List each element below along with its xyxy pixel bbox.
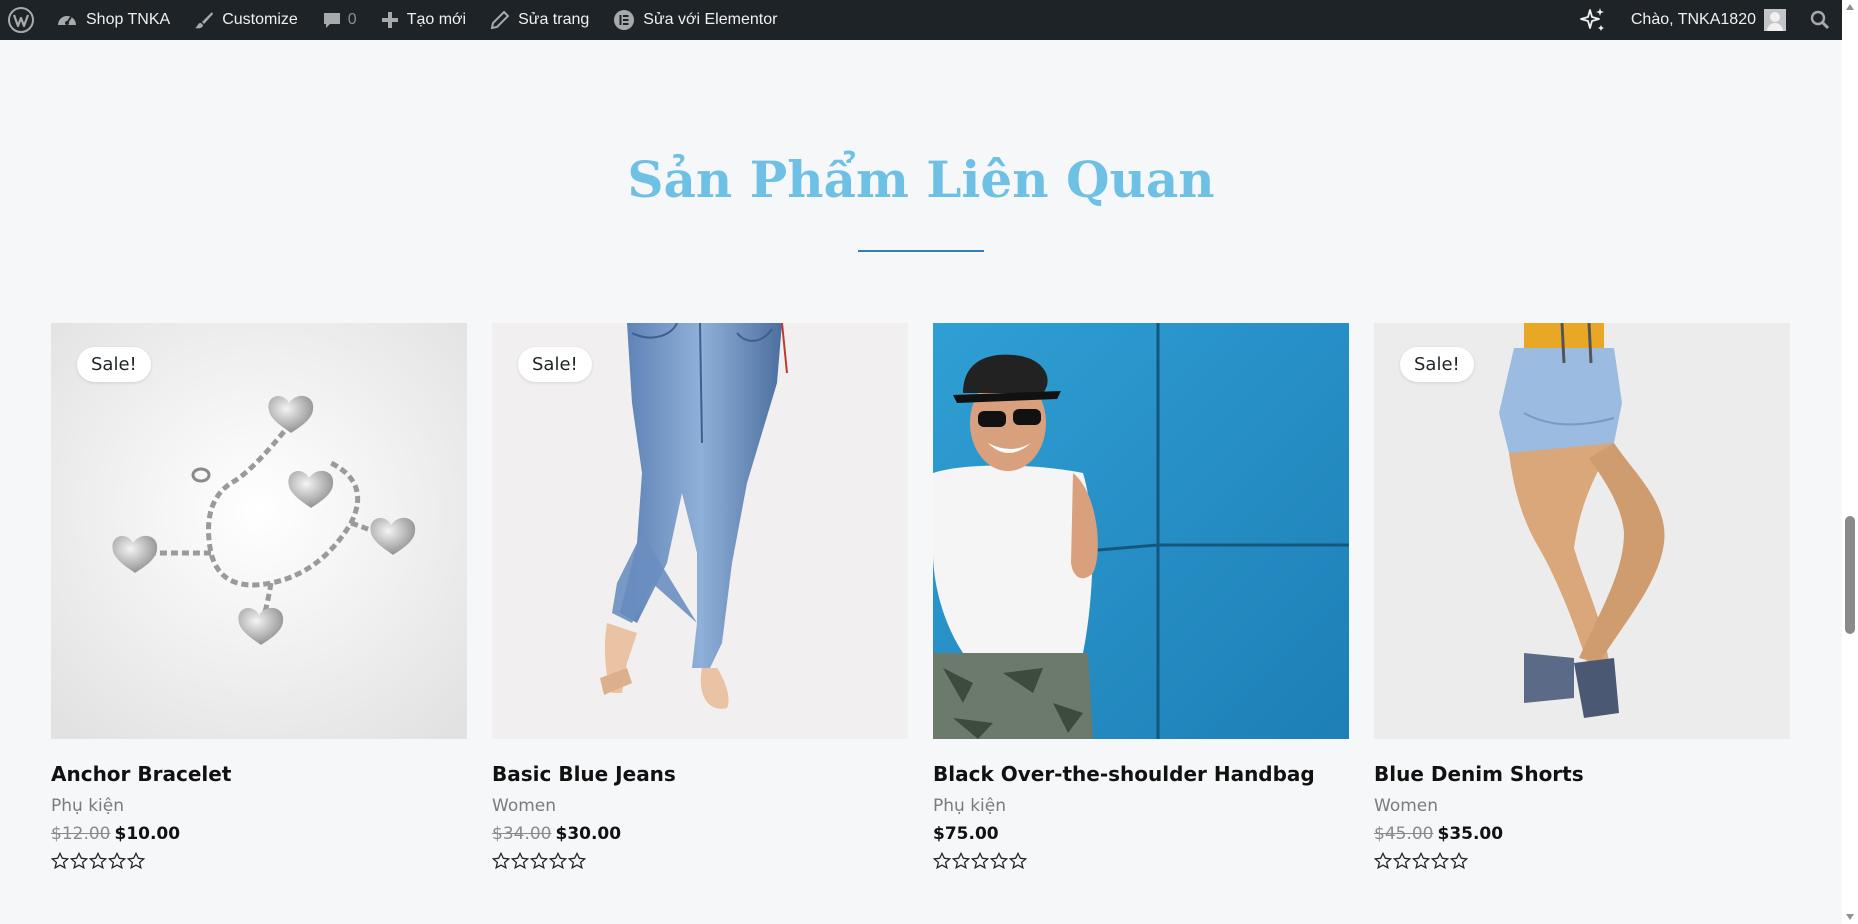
star-icon xyxy=(1009,852,1027,870)
star-icon xyxy=(108,852,126,870)
ai-assistant-button[interactable] xyxy=(1567,0,1619,40)
wordpress-menu[interactable] xyxy=(0,0,44,40)
comment-icon xyxy=(322,10,342,30)
product-price: $75.00 xyxy=(933,824,1349,844)
bracelet-image xyxy=(51,323,467,739)
product-image[interactable] xyxy=(933,323,1349,739)
star-rating xyxy=(933,852,1349,870)
product-image[interactable]: Sale! xyxy=(51,323,467,739)
customize-label: Customize xyxy=(222,11,298,28)
related-products-grid: Sale! Anchor Bracelet Phụ kiện $12.00 $10… xyxy=(51,323,1790,870)
star-icon xyxy=(1450,852,1468,870)
star-icon xyxy=(511,852,529,870)
product-title[interactable]: Anchor Bracelet xyxy=(51,762,467,786)
search-icon xyxy=(1810,10,1830,30)
star-icon xyxy=(127,852,145,870)
regular-price: $12.00 xyxy=(51,824,111,844)
star-icon xyxy=(530,852,548,870)
star-rating xyxy=(51,852,467,870)
product-title[interactable]: Blue Denim Shorts xyxy=(1374,762,1790,786)
product-image[interactable]: Sale! xyxy=(1374,323,1790,739)
avatar xyxy=(1764,9,1786,31)
edit-elementor-label: Sửa với Elementor xyxy=(643,11,778,28)
comments-link[interactable]: 0 xyxy=(310,0,369,40)
sale-badge: Sale! xyxy=(1400,347,1474,382)
sale-price: $35.00 xyxy=(1437,824,1504,844)
admin-bar: Shop TNKA Customize 0 Tạo mới Sửa trang … xyxy=(0,0,1842,40)
pencil-icon xyxy=(490,10,510,30)
new-content-link[interactable]: Tạo mới xyxy=(369,0,478,40)
star-icon xyxy=(1393,852,1411,870)
star-icon xyxy=(971,852,989,870)
product-title[interactable]: Basic Blue Jeans xyxy=(492,762,908,786)
product-category: Phụ kiện xyxy=(933,796,1007,816)
product-category: Women xyxy=(1374,796,1439,816)
star-icon xyxy=(933,852,951,870)
sale-badge: Sale! xyxy=(518,347,592,382)
star-icon xyxy=(1431,852,1449,870)
new-content-label: Tạo mới xyxy=(406,11,467,28)
jeans-image xyxy=(492,323,908,739)
star-rating xyxy=(492,852,908,870)
customize-link[interactable]: Customize xyxy=(182,0,310,40)
greeting-label: Chào, TNKA1820 xyxy=(1630,11,1756,28)
star-icon xyxy=(1412,852,1430,870)
site-name-label: Shop TNKA xyxy=(86,11,171,28)
page-scrollbar[interactable] xyxy=(1842,0,1858,924)
regular-price: $45.00 xyxy=(1374,824,1434,844)
sparkle-icon xyxy=(1579,6,1607,34)
edit-elementor-link[interactable]: Sửa với Elementor xyxy=(601,0,789,40)
star-icon xyxy=(51,852,69,870)
star-icon xyxy=(492,852,510,870)
regular-price: $34.00 xyxy=(492,824,552,844)
edit-page-link[interactable]: Sửa trang xyxy=(478,0,601,40)
admin-bar-secondary: Chào, TNKA1820 xyxy=(1567,0,1842,40)
scroll-up-arrow-icon[interactable] xyxy=(1846,4,1854,10)
product-category: Women xyxy=(492,796,557,816)
comments-count: 0 xyxy=(347,11,357,28)
brush-icon xyxy=(194,10,214,30)
man-blue-wall-image xyxy=(933,323,1349,739)
site-name-link[interactable]: Shop TNKA xyxy=(44,0,182,40)
wordpress-icon xyxy=(8,7,34,33)
star-icon xyxy=(952,852,970,870)
product-card: Sale! Blue Denim Shorts Women $45.00 $35.… xyxy=(1374,323,1790,870)
title-divider xyxy=(858,250,984,252)
product-price: $12.00 $10.00 xyxy=(51,824,467,844)
denim-shorts-image xyxy=(1374,323,1790,739)
product-price: $34.00 $30.00 xyxy=(492,824,908,844)
product-card: Sale! Basic Blue Jeans Women $34.00 $30.0… xyxy=(492,323,908,870)
elementor-icon xyxy=(613,9,635,31)
dashboard-icon xyxy=(56,10,78,30)
plus-icon xyxy=(381,11,399,29)
sale-price: $10.00 xyxy=(114,824,181,844)
star-icon xyxy=(1374,852,1392,870)
product-image[interactable]: Sale! xyxy=(492,323,908,739)
scroll-down-arrow-icon[interactable] xyxy=(1846,914,1854,920)
regular-price: $75.00 xyxy=(933,824,999,844)
product-card: Sale! Anchor Bracelet Phụ kiện $12.00 $10… xyxy=(51,323,467,870)
sale-badge: Sale! xyxy=(77,347,151,382)
star-icon xyxy=(549,852,567,870)
product-price: $45.00 $35.00 xyxy=(1374,824,1790,844)
star-rating xyxy=(1374,852,1790,870)
product-category: Phụ kiện xyxy=(51,796,125,816)
star-icon xyxy=(568,852,586,870)
sale-price: $30.00 xyxy=(555,824,622,844)
product-title[interactable]: Black Over-the-shoulder Handbag xyxy=(933,762,1349,786)
edit-page-label: Sửa trang xyxy=(518,11,590,28)
my-account-menu[interactable]: Chào, TNKA1820 xyxy=(1619,0,1798,40)
star-icon xyxy=(70,852,88,870)
scrollbar-thumb[interactable] xyxy=(1845,516,1855,634)
related-products-title: Sản Phẩm Liên Quan xyxy=(627,150,1215,209)
product-card: Black Over-the-shoulder Handbag Phụ kiện… xyxy=(933,323,1349,870)
star-icon xyxy=(990,852,1008,870)
star-icon xyxy=(89,852,107,870)
admin-search-button[interactable] xyxy=(1798,0,1842,40)
